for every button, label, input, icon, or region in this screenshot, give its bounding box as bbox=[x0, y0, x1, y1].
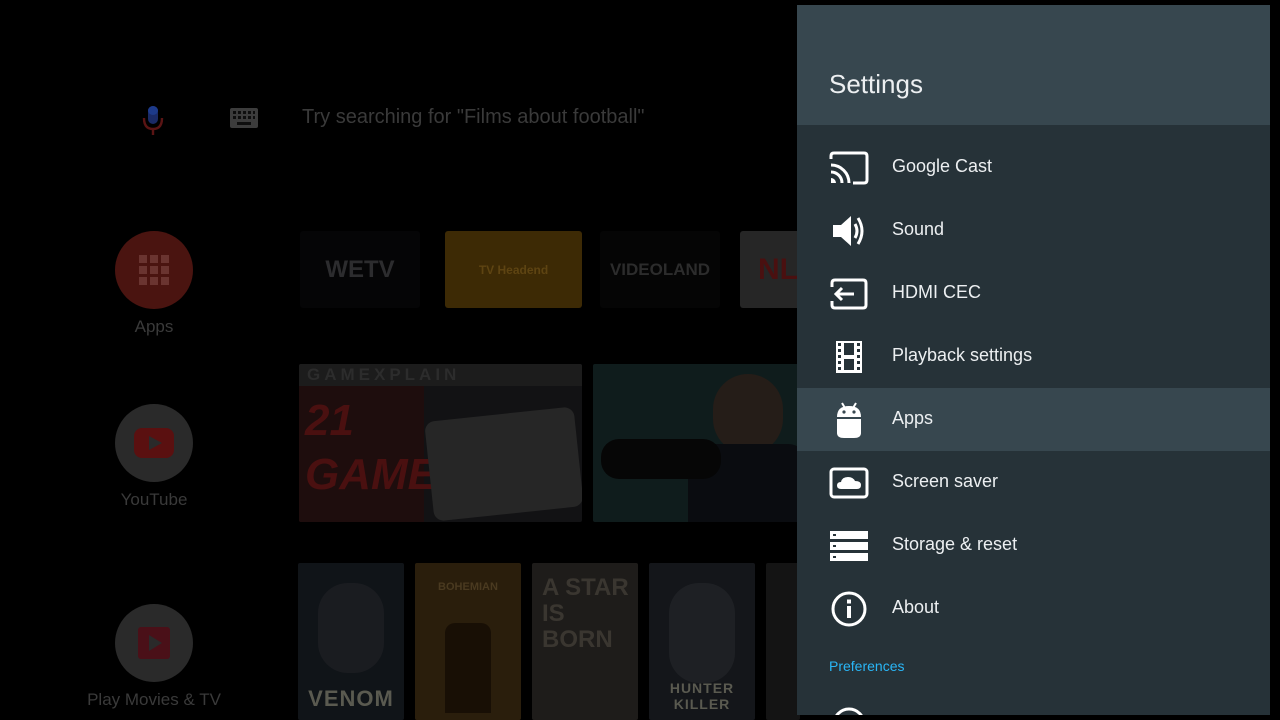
poster-venom[interactable]: VENOM bbox=[298, 563, 404, 720]
settings-item-screen-saver[interactable]: Screen saver bbox=[797, 451, 1270, 514]
apps-grid-icon bbox=[115, 231, 193, 309]
keyboard-icon[interactable] bbox=[230, 108, 258, 128]
settings-item-label: HDMI CEC bbox=[892, 282, 981, 302]
next-item-icon-partial bbox=[835, 707, 863, 715]
home-screen-background: Try searching for "Films about football"… bbox=[0, 0, 800, 720]
poster-venom-title: VENOM bbox=[308, 686, 394, 711]
search-hint-text: Try searching for "Films about football" bbox=[302, 106, 645, 128]
play-movies-label: Play Movies & TV bbox=[87, 690, 221, 709]
settings-title: Settings bbox=[829, 69, 923, 99]
featured-video-1[interactable]: GAMEXPLAIN 21 GAMES bbox=[299, 364, 582, 522]
channel-tv-headend-label: TV Headend bbox=[478, 262, 549, 277]
settings-item-label: About bbox=[892, 597, 940, 617]
cast-icon bbox=[829, 148, 869, 188]
info-icon bbox=[829, 589, 869, 629]
featured-video-2[interactable] bbox=[593, 364, 800, 522]
android-icon bbox=[829, 400, 869, 440]
settings-item-label: Apps bbox=[892, 408, 934, 428]
settings-item-hdmi-cec[interactable]: HDMI CEC bbox=[797, 262, 1270, 325]
play-movies-icon bbox=[115, 604, 193, 682]
storage-icon bbox=[829, 526, 869, 566]
settings-item-apps[interactable]: Apps bbox=[797, 388, 1270, 451]
poster-bohemian-title: BOHEMIAN bbox=[438, 581, 498, 593]
settings-header: Settings bbox=[797, 5, 1270, 125]
channel-wetv-label: WETV bbox=[325, 255, 395, 283]
channel-videoland[interactable]: VIDEOLAND bbox=[600, 231, 720, 308]
channel-netflix-label: NL bbox=[758, 252, 798, 286]
apps-launcher[interactable]: Apps bbox=[114, 231, 194, 336]
tv-screen: Try searching for "Films about football"… bbox=[0, 0, 1280, 720]
channel-netflix[interactable]: NL bbox=[740, 231, 800, 308]
poster-hunter-killer-title: HUNTER KILLER bbox=[669, 680, 735, 712]
youtube-icon bbox=[115, 404, 193, 482]
settings-item-sound[interactable]: Sound bbox=[797, 199, 1270, 262]
channel-tv-headend[interactable]: TV Headend bbox=[445, 231, 582, 308]
preferences-section-header: Preferences bbox=[829, 658, 905, 674]
play-movies-app[interactable]: Play Movies & TV bbox=[87, 604, 221, 709]
volume-icon bbox=[829, 211, 869, 251]
poster-hunter-killer[interactable]: HUNTER KILLER bbox=[649, 563, 755, 720]
poster-a-star-is-born[interactable]: A STAR IS BORN bbox=[532, 563, 638, 720]
apps-launcher-label: Apps bbox=[134, 317, 174, 336]
youtube-label: YouTube bbox=[120, 490, 188, 509]
poster-a-star-is-born-title: A STAR IS BORN bbox=[542, 574, 629, 653]
channel-videoland-label: VIDEOLAND bbox=[609, 259, 711, 279]
poster-partial[interactable] bbox=[766, 563, 800, 720]
settings-item-label: Sound bbox=[892, 219, 945, 239]
settings-item-label: Google Cast bbox=[892, 156, 993, 176]
settings-item-about[interactable]: About bbox=[797, 577, 1270, 640]
settings-item-label: Screen saver bbox=[892, 471, 999, 491]
screensaver-icon bbox=[829, 463, 869, 503]
hero-title: 21 GAMES bbox=[305, 396, 467, 499]
settings-item-playback[interactable]: Playback settings bbox=[797, 325, 1270, 388]
settings-panel: Settings Google Cast Sound HDMI CEC Play… bbox=[797, 5, 1270, 715]
hero-channel-label: GAMEXPLAIN bbox=[307, 365, 461, 384]
film-icon bbox=[829, 337, 869, 377]
search-bar[interactable]: Try searching for "Films about football" bbox=[0, 100, 800, 140]
poster-bohemian[interactable]: BOHEMIAN bbox=[415, 563, 521, 720]
settings-item-google-cast[interactable]: Google Cast bbox=[797, 136, 1270, 199]
microphone-icon[interactable] bbox=[140, 104, 166, 138]
settings-item-storage[interactable]: Storage & reset bbox=[797, 514, 1270, 577]
channel-wetv[interactable]: WETV bbox=[300, 231, 420, 308]
settings-item-label: Playback settings bbox=[892, 345, 1033, 365]
youtube-app[interactable]: YouTube bbox=[114, 404, 194, 509]
input-icon bbox=[829, 274, 869, 314]
settings-item-label: Storage & reset bbox=[892, 534, 1018, 554]
